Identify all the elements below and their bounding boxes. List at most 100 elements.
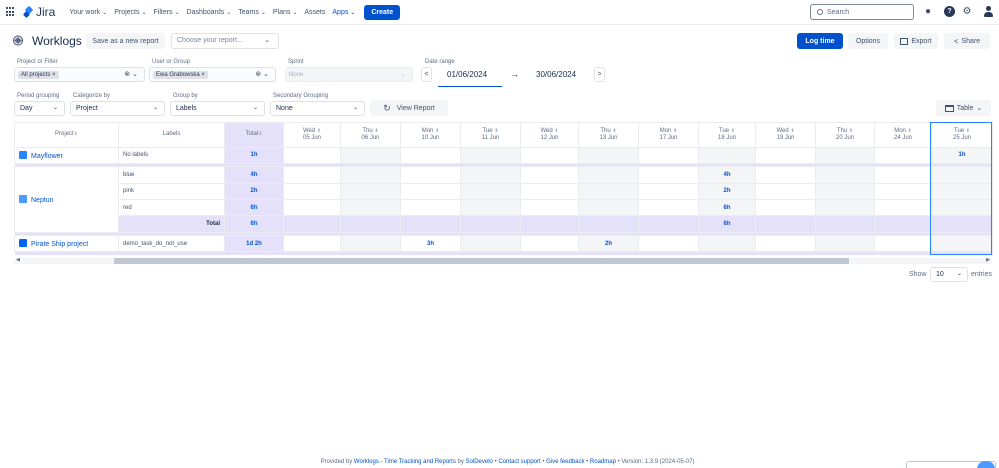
project-filter-select[interactable]: All projects × ⊗ ⌄	[14, 67, 145, 82]
previous-period-button[interactable]: <	[421, 67, 432, 82]
sort-icon: ⬍	[494, 127, 499, 134]
date-to-input[interactable]: 30/06/2024	[536, 70, 576, 79]
group-by-select[interactable]: Labels ⌄	[170, 101, 265, 116]
day-column-header[interactable]: Tue ⬍ 11 Jun	[460, 122, 521, 148]
project-column-header[interactable]: Project⬍	[14, 122, 119, 148]
export-button[interactable]: Export	[894, 33, 938, 49]
secondary-grouping-value: None	[276, 105, 293, 112]
options-button[interactable]: Options	[848, 33, 888, 49]
chevron-down-icon: ⌄	[263, 71, 269, 78]
footer-by-text: by	[455, 459, 466, 465]
day-column-header[interactable]: Wed ⬍ 19 Jun	[755, 122, 816, 148]
day-column-header[interactable]: Wed ⬍ 05 Jun	[283, 122, 341, 148]
project-cell-neptun[interactable]: Neptun	[14, 166, 119, 233]
day-column-header[interactable]: Tue ⬍ 25 Jun	[931, 122, 993, 148]
footer-plugin-link[interactable]: Worklogs - Time Tracking and Reports	[354, 459, 456, 465]
day-cell	[578, 146, 639, 165]
create-button[interactable]: Create	[364, 4, 401, 20]
nav-dashboards[interactable]: Dashboards ⌄	[187, 9, 232, 16]
clear-icon[interactable]: ⊗	[255, 71, 261, 78]
day-column-header[interactable]: Thu ⬍ 13 Jun	[578, 122, 639, 148]
subtotal-label: Total	[118, 215, 225, 233]
subtotal-total-cell: 6h	[224, 215, 284, 233]
clear-icon[interactable]: ⊗	[124, 71, 130, 78]
footer-vendor-link[interactable]: SolDevelo	[466, 459, 493, 465]
share-button[interactable]: < Share	[944, 33, 990, 49]
user-chip[interactable]: Ewa Grabowska ×	[153, 70, 208, 79]
day-cell	[755, 215, 816, 233]
nav-projects[interactable]: Projects ⌄	[114, 9, 146, 16]
save-as-new-report-button[interactable]: Save as a new report	[86, 33, 165, 49]
chevron-down-icon: ⌄	[264, 37, 270, 44]
choose-report-select[interactable]: Choose your report... ⌄	[171, 33, 279, 49]
nav-teams[interactable]: Teams ⌄	[238, 9, 266, 16]
nav-apps[interactable]: Apps ⌄	[332, 9, 355, 16]
day-cell[interactable]: 2h	[698, 182, 756, 200]
total-column-header[interactable]: Total⬍	[224, 122, 284, 148]
horizontal-scrollbar[interactable]: ◀ ▶	[14, 257, 992, 264]
scroll-right-icon[interactable]: ▶	[986, 257, 990, 263]
period-grouping-value: Day	[20, 105, 33, 112]
scrollbar-thumb[interactable]	[114, 258, 849, 264]
day-column-header[interactable]: Mon ⬍ 24 Jun	[874, 122, 932, 148]
day-cell[interactable]: 4h	[698, 166, 756, 184]
secondary-grouping-select[interactable]: None ⌄	[270, 101, 365, 116]
nav-assets[interactable]: Assets	[304, 9, 325, 16]
nav-your-work[interactable]: Your work ⌄	[69, 9, 107, 16]
jira-logo[interactable]: Jira	[24, 5, 55, 19]
profile-avatar-icon[interactable]	[984, 6, 993, 18]
view-report-label: View Report	[396, 104, 435, 112]
app-switcher-icon[interactable]	[6, 7, 16, 17]
day-cell	[815, 234, 875, 253]
nav-filters[interactable]: Filters ⌄	[153, 9, 179, 16]
table-view-button[interactable]: Table ⌄	[936, 100, 991, 116]
categorize-by-label: Categorize by	[73, 93, 111, 99]
footer-roadmap-link[interactable]: Roadmap	[590, 459, 616, 465]
day-cell: 6h	[698, 215, 756, 233]
view-report-button[interactable]: ↻ View Report	[370, 100, 448, 116]
day-cell	[400, 146, 461, 165]
day-cell	[340, 146, 401, 165]
user-filter-label: User or Group	[152, 59, 191, 65]
day-cell	[520, 182, 579, 200]
entries-per-page-select[interactable]: 10 ⌄	[930, 267, 968, 282]
day-column-header[interactable]: Mon ⬍ 17 Jun	[638, 122, 699, 148]
day-column-header[interactable]: Mon ⬍ 10 Jun	[400, 122, 461, 148]
footer-contact-link[interactable]: Contact support	[498, 459, 540, 465]
scroll-left-icon[interactable]: ◀	[16, 257, 20, 263]
entries-per-page-value: 10	[936, 271, 944, 278]
chevron-down-icon: ⌄	[132, 71, 138, 78]
period-grouping-select[interactable]: Day ⌄	[14, 101, 65, 116]
project-filter-label: Project or Filter	[17, 59, 58, 65]
day-column-header[interactable]: Tue ⬍ 18 Jun	[698, 122, 756, 148]
settings-gear-icon[interactable]: ⚙	[961, 6, 973, 17]
day-cell[interactable]: 6h	[698, 198, 756, 217]
day-cell	[283, 146, 341, 165]
nav-plans[interactable]: Plans ⌄	[273, 9, 298, 16]
categorize-by-select[interactable]: Project ⌄	[70, 101, 165, 116]
log-time-button[interactable]: Log time	[797, 33, 843, 49]
project-cell-pirate-ship[interactable]: Pirate Ship project	[14, 234, 119, 253]
day-column-header[interactable]: Wed ⬍ 12 Jun	[520, 122, 579, 148]
search-input[interactable]: Search	[810, 4, 914, 20]
secondary-grouping-label: Secondary Grouping	[273, 93, 329, 99]
notifications-icon[interactable]: ●	[922, 6, 934, 17]
project-cell-mayflower[interactable]: Mayflower	[14, 146, 119, 165]
day-column-header[interactable]: Thu ⬍ 20 Jun	[815, 122, 875, 148]
next-period-button[interactable]: >	[594, 67, 605, 82]
day-cell[interactable]: 1h	[931, 146, 993, 165]
day-cell[interactable]: 2h	[578, 234, 639, 253]
help-icon[interactable]: ?	[944, 6, 955, 17]
date-from-input[interactable]: 01/06/2024	[447, 70, 487, 79]
table-row: red 6h 6h	[15, 198, 993, 217]
day-cell[interactable]: 3h	[400, 234, 461, 253]
sprint-select: None ⌄	[285, 67, 413, 82]
page-title: Worklogs	[32, 34, 82, 48]
user-filter-select[interactable]: Ewa Grabowska × ⊗ ⌄	[149, 67, 276, 82]
project-chip[interactable]: All projects ×	[18, 70, 59, 79]
day-column-header[interactable]: Thu ⬍ 06 Jun	[340, 122, 401, 148]
help-widget-button[interactable]	[977, 461, 995, 468]
sort-icon: ⬍	[435, 127, 440, 134]
footer-feedback-link[interactable]: Give feedback	[546, 459, 584, 465]
day-cell	[460, 146, 521, 165]
